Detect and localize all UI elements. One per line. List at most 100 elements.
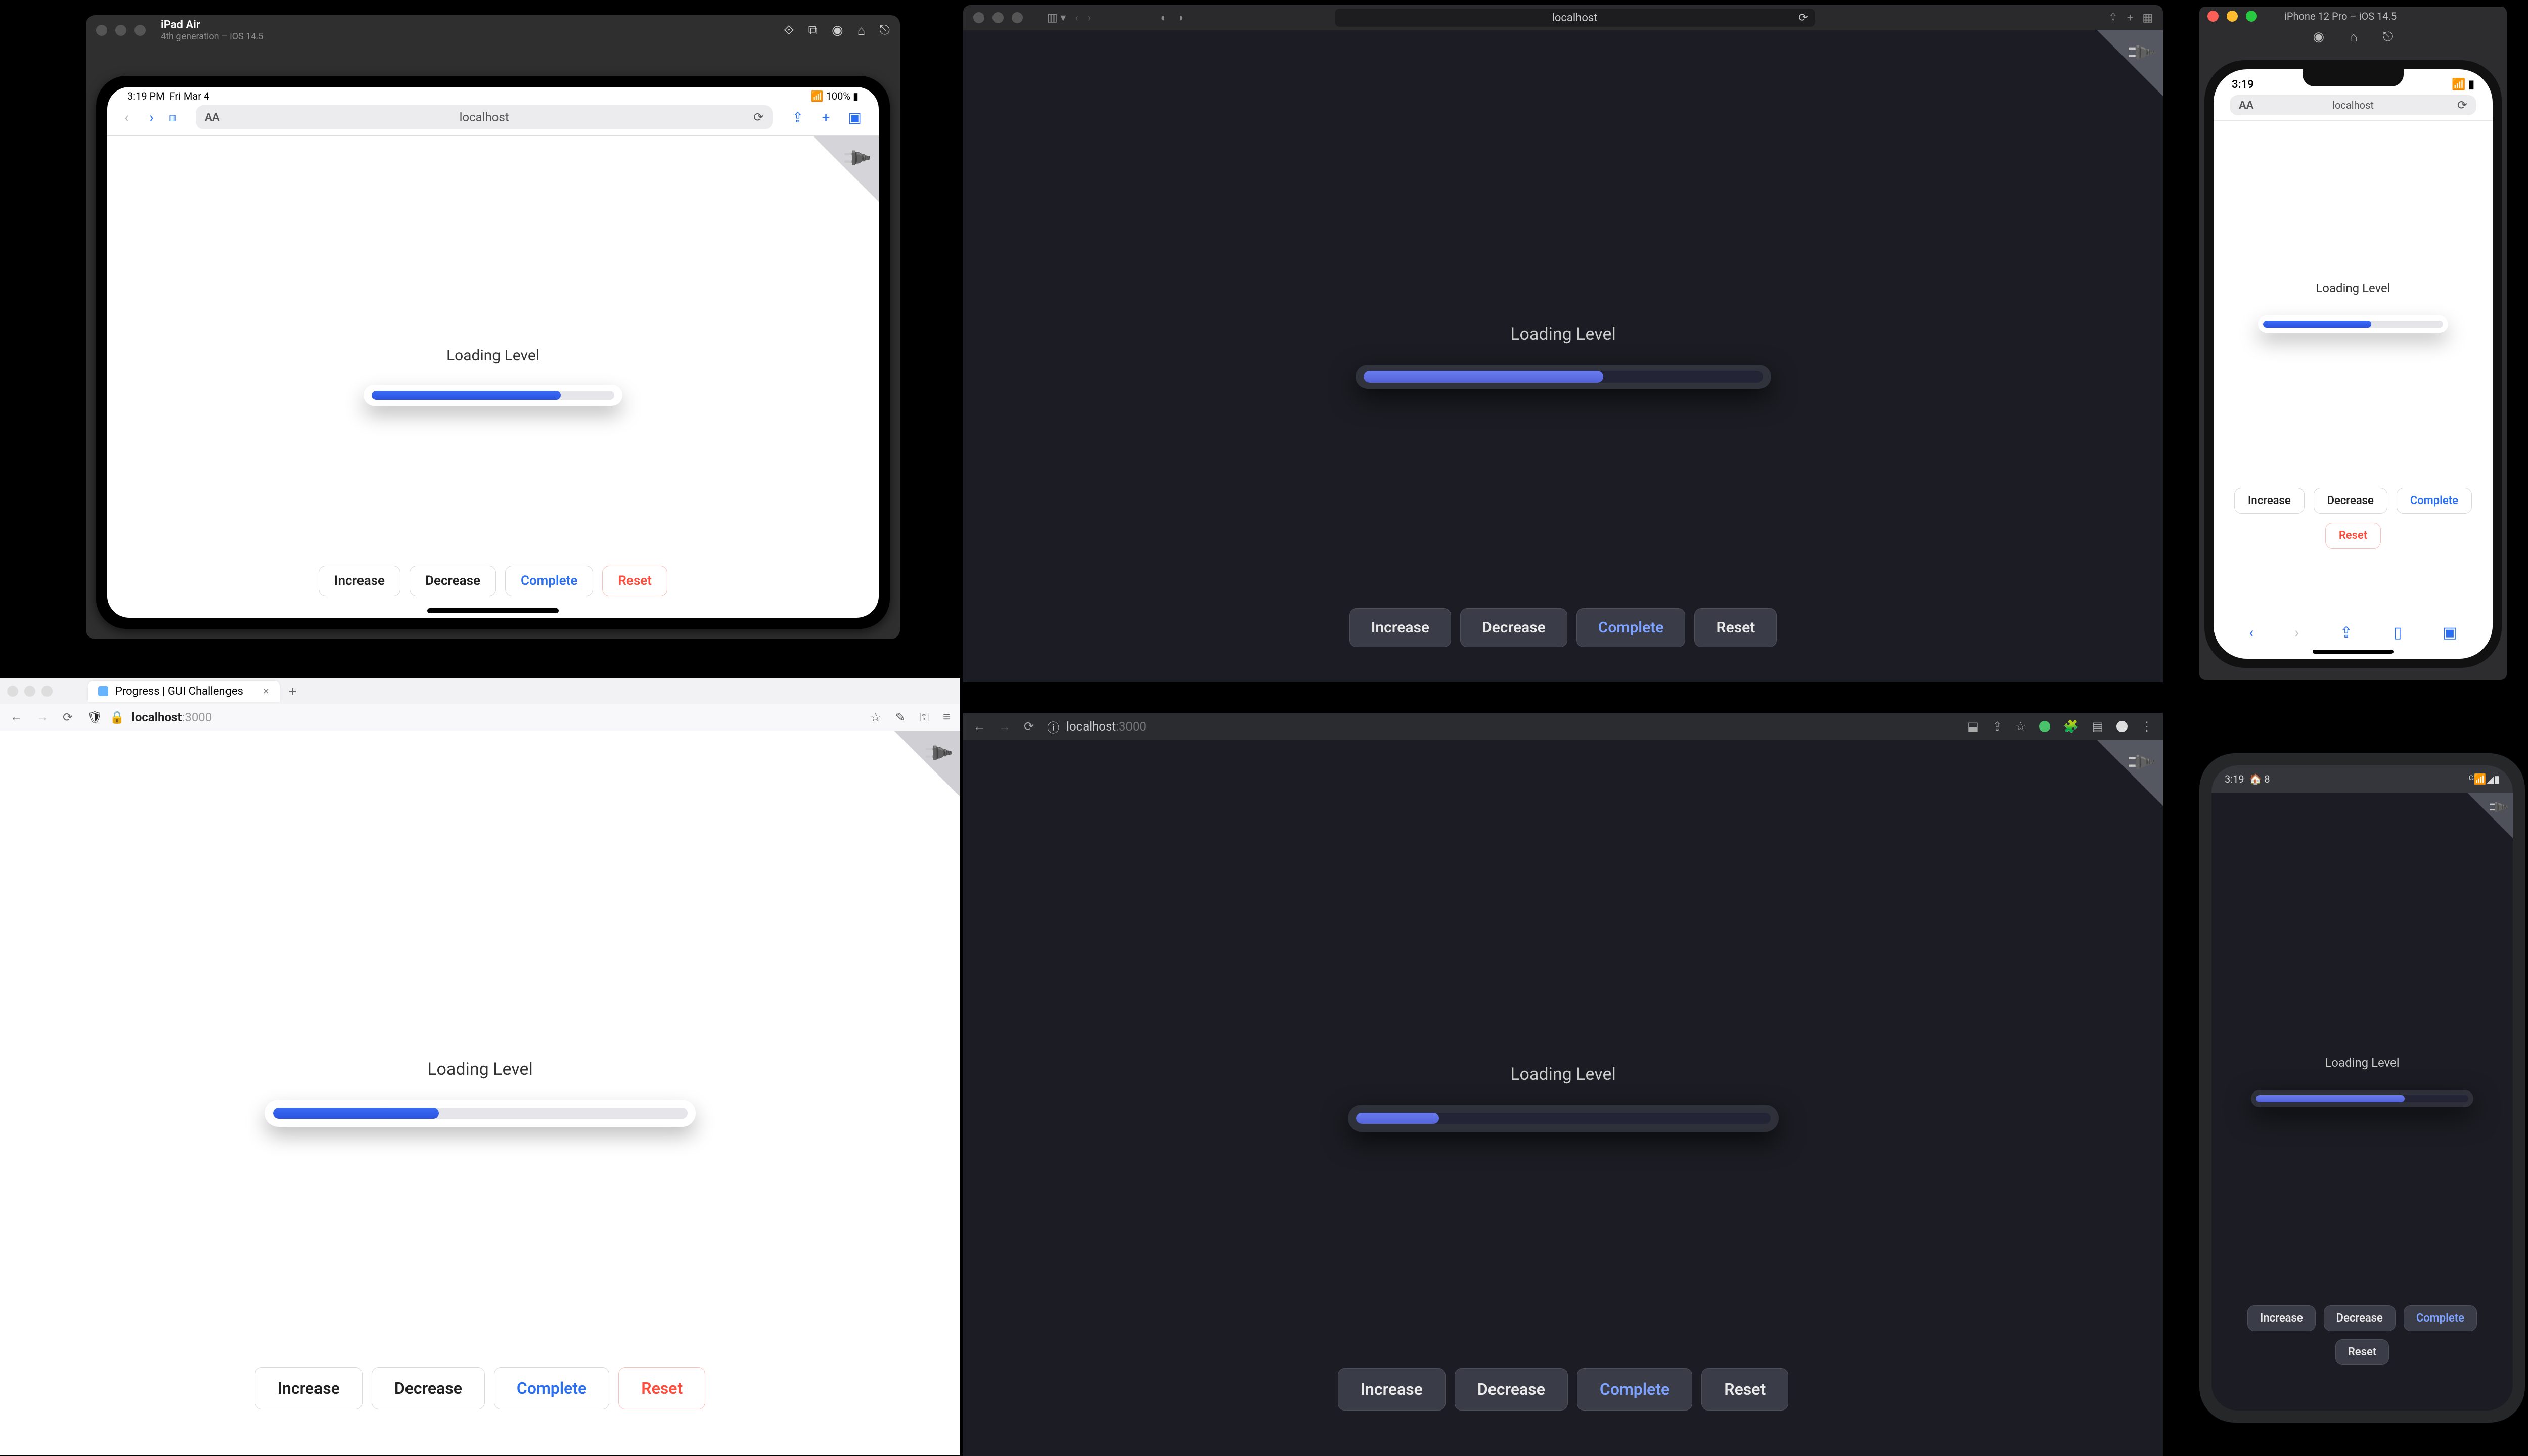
increase-button[interactable]: Increase	[2247, 1305, 2316, 1331]
complete-button[interactable]: Complete	[494, 1367, 609, 1409]
decrease-button[interactable]: Decrease	[410, 566, 496, 596]
simulator-camera-icon[interactable]: ◉	[832, 23, 843, 38]
reload-icon[interactable]: ⟳	[63, 710, 73, 724]
address-bar[interactable]: AA localhost ⟳	[196, 105, 773, 129]
forward-icon[interactable]: ›	[1088, 12, 1091, 24]
simulator-rotate-icon[interactable]: ⎋	[879, 23, 890, 38]
address-bar[interactable]: ⓘ localhost:3000	[1047, 718, 1954, 736]
browser-tab[interactable]: Progress | GUI Challenges ×	[88, 681, 280, 702]
reload-icon[interactable]: ⟳	[1024, 719, 1034, 734]
home-indicator[interactable]	[427, 608, 559, 613]
bookmark-star-icon[interactable]: ☆	[2015, 719, 2026, 734]
menu-icon[interactable]: ⋮	[2141, 719, 2153, 734]
share-icon[interactable]: ⇪	[792, 109, 803, 126]
notch	[2303, 69, 2404, 86]
close-tab-icon[interactable]: ×	[263, 685, 269, 698]
bookmarks-icon[interactable]: ▯	[2394, 624, 2402, 642]
address-bar[interactable]: AA localhost ⟳	[2230, 95, 2476, 115]
tabs-overview-icon[interactable]: ▦	[2142, 12, 2153, 24]
decrease-button[interactable]: Decrease	[1460, 608, 1567, 647]
increase-button[interactable]: Increase	[1338, 1368, 1446, 1410]
back-icon[interactable]: ‹	[124, 109, 129, 126]
install-app-icon[interactable]: ⬓	[1967, 719, 1979, 734]
tabs-icon[interactable]: ▣	[2443, 624, 2457, 642]
address-bar[interactable]: 🛡 🔒 localhost:3000	[87, 710, 856, 724]
text-size-icon[interactable]: AA	[2239, 99, 2253, 112]
new-tab-icon[interactable]: +	[822, 109, 830, 126]
bookmark-star-icon[interactable]: ☆	[870, 710, 881, 724]
reload-icon[interactable]: ⟳	[753, 110, 763, 124]
decrease-button[interactable]: Decrease	[2324, 1305, 2396, 1331]
new-tab-icon[interactable]: +	[2127, 12, 2133, 24]
back-icon[interactable]: ←	[10, 710, 22, 724]
forward-icon[interactable]: →	[36, 710, 49, 724]
info-icon[interactable]: ⓘ	[1047, 718, 1059, 736]
ipad-titlebar[interactable]: iPad Air 4th generation – iOS 14.5 ⟐ ⧉ ◉…	[86, 15, 900, 46]
forward-icon[interactable]: ›	[149, 109, 154, 126]
simulator-screenshot-icon[interactable]: ⧉	[808, 23, 818, 38]
complete-button[interactable]: Complete	[2397, 488, 2472, 514]
reset-button[interactable]: Reset	[1694, 608, 1777, 647]
address-text: localhost	[1552, 12, 1598, 24]
complete-button[interactable]: Complete	[1577, 1368, 1692, 1410]
text-size-icon[interactable]: AA	[205, 111, 219, 124]
sidebar-icon[interactable]: ▥	[169, 113, 176, 122]
simulator-rotate-icon[interactable]: ⎋	[2383, 29, 2394, 45]
simulator-home-icon[interactable]: ⌂	[857, 23, 866, 38]
decrease-button[interactable]: Decrease	[2314, 488, 2387, 514]
shield-icon[interactable]: ◐	[1161, 11, 1167, 24]
new-tab-icon[interactable]: +	[289, 683, 297, 700]
forward-icon[interactable]: →	[999, 719, 1011, 734]
window-traffic-lights[interactable]	[2207, 11, 2257, 22]
home-indicator[interactable]	[2313, 650, 2394, 654]
complete-button[interactable]: Complete	[2404, 1305, 2477, 1331]
reading-list-icon[interactable]: ▤	[2092, 719, 2103, 734]
extensions-puzzle-icon[interactable]: 🧩	[2063, 719, 2079, 734]
increase-button[interactable]: Increase	[319, 566, 400, 596]
decrease-button[interactable]: Decrease	[1455, 1368, 1568, 1410]
reset-button[interactable]: Reset	[602, 566, 667, 596]
window-traffic-lights[interactable]	[973, 12, 1023, 23]
menu-icon[interactable]: ≡	[943, 710, 950, 724]
appearance-icon[interactable]: ◑	[1177, 11, 1183, 24]
address-bar[interactable]: localhost ⟳	[1335, 9, 1815, 27]
address-text: localhost	[460, 110, 509, 124]
reset-button[interactable]: Reset	[2325, 523, 2381, 549]
back-icon[interactable]: ‹	[2249, 624, 2253, 642]
share-icon[interactable]: ⇪	[2340, 624, 2353, 642]
simulator-pin-icon[interactable]: ⟐	[784, 23, 794, 38]
share-icon[interactable]: ⇪	[1992, 719, 2002, 734]
extension-icon[interactable]: ⚿	[920, 710, 929, 724]
share-icon[interactable]: ⇪	[2108, 12, 2117, 24]
extension-icon[interactable]	[2039, 721, 2050, 732]
sidebar-toggle-icon[interactable]: ▥ ▾	[1047, 12, 1066, 24]
shield-icon[interactable]: 🛡	[87, 710, 102, 724]
reload-icon[interactable]: ⟳	[1798, 12, 1808, 24]
app-viewport-android: 🔌 Loading Level Increase Decrease Comple…	[2211, 793, 2513, 1410]
window-traffic-lights[interactable]	[96, 25, 146, 36]
iphone-titlebar[interactable]: iPhone 12 Pro – iOS 14.5	[2199, 7, 2507, 26]
decrease-button[interactable]: Decrease	[372, 1367, 485, 1409]
complete-button[interactable]: Complete	[1576, 608, 1686, 647]
complete-button[interactable]: Complete	[505, 566, 593, 596]
window-traffic-lights[interactable]	[7, 686, 53, 697]
reset-button[interactable]: Reset	[1701, 1368, 1788, 1410]
increase-button[interactable]: Increase	[1349, 608, 1451, 647]
progress-fill	[372, 391, 561, 400]
increase-button[interactable]: Increase	[2234, 488, 2305, 514]
reset-button[interactable]: Reset	[2335, 1339, 2389, 1365]
reload-icon[interactable]: ⟳	[2457, 98, 2467, 112]
back-icon[interactable]: ‹	[1075, 12, 1078, 24]
back-icon[interactable]: ←	[973, 719, 985, 734]
profile-avatar-icon[interactable]	[2116, 721, 2128, 732]
tabs-icon[interactable]: ▣	[848, 109, 862, 126]
progress-label: Loading Level	[2325, 1056, 2399, 1070]
safari-window: ▥ ▾ ‹ › ◐ ◑ localhost ⟳ ⇪ + ▦ 🔌 Loading …	[963, 5, 2163, 682]
forward-icon[interactable]: ›	[2294, 624, 2299, 642]
eyedropper-icon[interactable]: ✎	[895, 710, 906, 724]
simulator-screenshot-icon[interactable]: ◉	[2313, 29, 2325, 44]
increase-button[interactable]: Increase	[255, 1367, 363, 1409]
reset-button[interactable]: Reset	[618, 1367, 705, 1409]
progress-bar	[364, 385, 622, 406]
simulator-home-icon[interactable]: ⌂	[2350, 29, 2358, 45]
